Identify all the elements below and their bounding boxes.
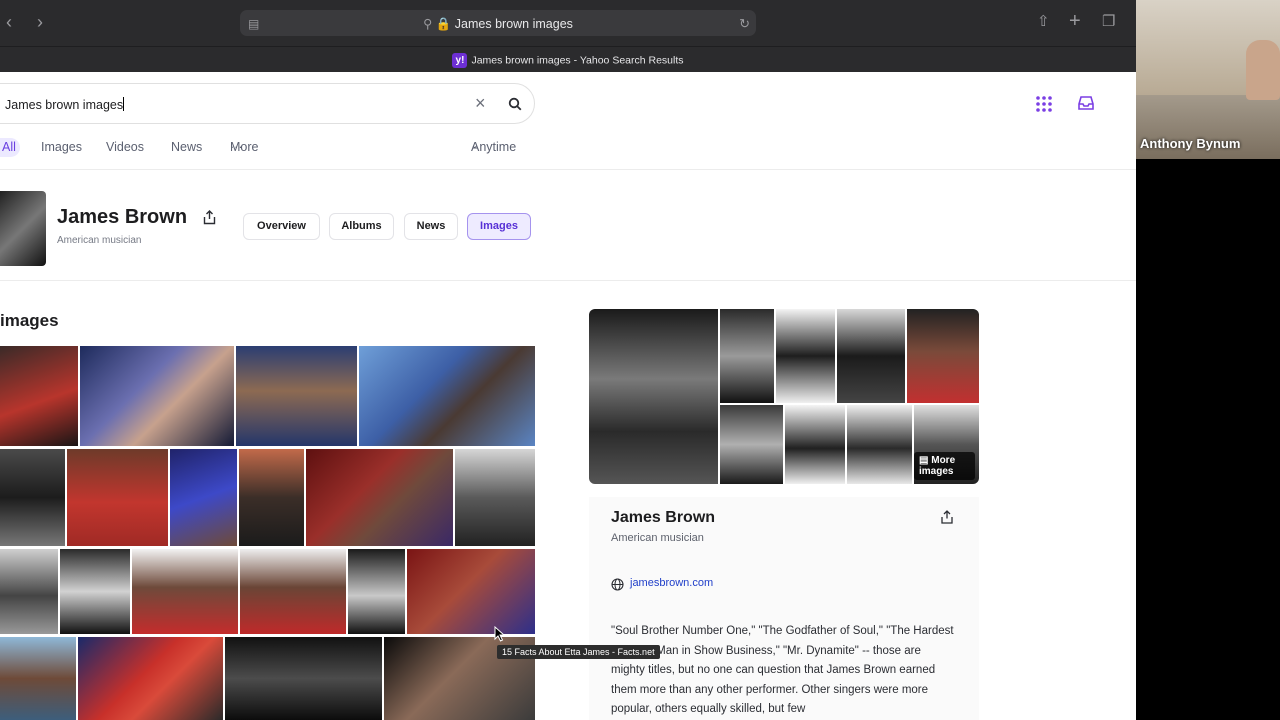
tab-active[interactable]: y! James brown images - Yahoo Search Resu… bbox=[0, 53, 1136, 68]
divider bbox=[0, 169, 1136, 170]
pill-overview[interactable]: Overview bbox=[243, 213, 320, 240]
side-image-main[interactable] bbox=[589, 309, 718, 484]
side-image[interactable] bbox=[720, 309, 774, 403]
tab-videos[interactable]: Videos bbox=[106, 140, 144, 154]
apps-grid-icon[interactable] bbox=[1036, 96, 1052, 112]
mouse-cursor-icon bbox=[494, 626, 505, 642]
tab-all[interactable]: All bbox=[0, 138, 20, 157]
artist-thumbnail[interactable] bbox=[0, 191, 46, 266]
tab-more-label: More bbox=[230, 140, 259, 154]
image-result[interactable] bbox=[239, 449, 304, 546]
tab-title: James brown images - Yahoo Search Result… bbox=[471, 54, 684, 67]
yahoo-favicon-icon: y! bbox=[452, 53, 468, 68]
entity-title: James Brown bbox=[57, 206, 188, 228]
address-bar[interactable]: ▤ ⚲ 🔒 James brown images ↻ bbox=[240, 10, 756, 36]
card-title: James Brown bbox=[611, 509, 716, 526]
image-tooltip: 15 Facts About Etta James - Facts.net bbox=[497, 645, 660, 659]
side-image[interactable] bbox=[720, 405, 783, 484]
pill-images[interactable]: Images bbox=[467, 213, 531, 240]
tab-news[interactable]: News bbox=[171, 140, 202, 154]
share-icon[interactable]: ⇧ bbox=[1037, 13, 1050, 31]
reload-icon[interactable]: ↻ bbox=[739, 15, 750, 33]
card-share-icon[interactable] bbox=[941, 510, 953, 524]
image-result[interactable] bbox=[0, 549, 58, 634]
participant-video bbox=[1246, 40, 1280, 100]
inbox-icon[interactable] bbox=[1077, 96, 1095, 111]
image-result[interactable] bbox=[170, 449, 237, 546]
search-submit-icon[interactable] bbox=[508, 97, 522, 111]
divider bbox=[0, 280, 1136, 281]
browser-toolbar: ‹ › ▤ ⚲ 🔒 James brown images ↻ ⇧ + ❐ bbox=[0, 0, 1136, 46]
side-image[interactable] bbox=[847, 405, 912, 484]
image-result[interactable] bbox=[455, 449, 535, 546]
address-bar-text: James brown images bbox=[454, 17, 573, 31]
image-result[interactable] bbox=[236, 346, 357, 446]
image-result[interactable] bbox=[348, 549, 405, 634]
image-result[interactable] bbox=[60, 549, 130, 634]
image-result[interactable] bbox=[240, 549, 346, 634]
image-result[interactable] bbox=[306, 449, 453, 546]
lock-icon: 🔒 bbox=[435, 17, 452, 31]
side-image[interactable] bbox=[785, 405, 845, 484]
search-box[interactable]: James brown images × bbox=[0, 83, 535, 124]
knowledge-card: James Brown American musician jamesbrown… bbox=[589, 497, 979, 720]
search-input[interactable]: James brown images bbox=[5, 98, 123, 112]
image-result[interactable] bbox=[80, 346, 234, 446]
participant-name: Anthony Bynum bbox=[1140, 136, 1241, 151]
image-result[interactable] bbox=[0, 449, 65, 546]
chevron-down-icon: ⌄ bbox=[471, 140, 479, 150]
side-image[interactable] bbox=[776, 309, 835, 403]
more-images-button[interactable]: ▤ More images bbox=[914, 452, 975, 480]
side-image[interactable] bbox=[907, 309, 979, 403]
pill-albums[interactable]: Albums bbox=[329, 213, 394, 240]
share-entity-icon[interactable] bbox=[203, 210, 216, 225]
image-result[interactable] bbox=[132, 549, 238, 634]
tab-images[interactable]: Images bbox=[41, 140, 82, 154]
browser-window: ‹ › ▤ ⚲ 🔒 James brown images ↻ ⇧ + ❐ y! J… bbox=[0, 0, 1136, 720]
search-icon: ⚲ bbox=[423, 17, 433, 31]
side-image[interactable] bbox=[837, 309, 905, 403]
card-subtitle: American musician bbox=[611, 532, 704, 544]
pill-news[interactable]: News bbox=[404, 213, 458, 240]
new-tab-icon[interactable]: + bbox=[1069, 11, 1081, 31]
images-section-title: images bbox=[0, 311, 59, 330]
clear-icon[interactable]: × bbox=[475, 93, 486, 114]
tab-overview-icon[interactable]: ❐ bbox=[1102, 13, 1115, 31]
image-icon: ▤ bbox=[919, 455, 929, 466]
video-call-tile: Anthony Bynum bbox=[1136, 0, 1280, 159]
back-icon[interactable]: ‹ bbox=[6, 13, 12, 31]
image-result[interactable] bbox=[359, 346, 535, 446]
image-result[interactable] bbox=[225, 637, 382, 720]
tab-bar: y! James brown images - Yahoo Search Resu… bbox=[0, 46, 1136, 72]
card-description: "Soul Brother Number One," "The Godfathe… bbox=[611, 625, 954, 715]
globe-icon bbox=[611, 578, 624, 591]
image-result[interactable] bbox=[78, 637, 223, 720]
image-result[interactable] bbox=[67, 449, 168, 546]
entity-subtitle: American musician bbox=[57, 235, 142, 246]
side-image[interactable]: ▤ More images bbox=[914, 405, 979, 484]
image-result[interactable] bbox=[0, 637, 76, 720]
forward-icon[interactable]: › bbox=[37, 13, 43, 31]
image-result[interactable] bbox=[407, 549, 535, 634]
image-result[interactable] bbox=[0, 346, 78, 446]
website-link[interactable]: jamesbrown.com bbox=[630, 577, 713, 589]
